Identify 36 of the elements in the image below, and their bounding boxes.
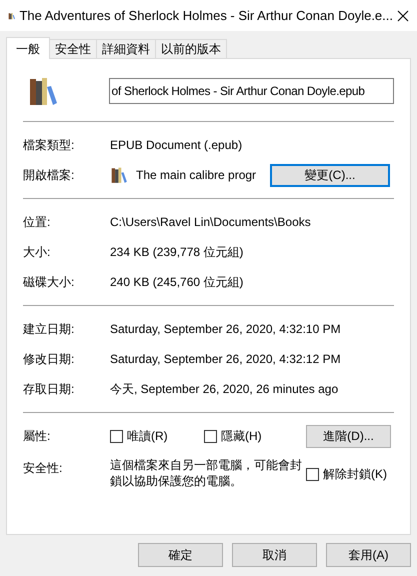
window-title: The Adventures of Sherlock Holmes - Sir Arthur Conan Doyle.e... [19, 6, 393, 25]
books-icon [110, 166, 128, 184]
tab[interactable]: 詳細資料 [96, 39, 156, 58]
checkbox[interactable]: 解除封鎖(K) [306, 465, 387, 483]
dialog-button[interactable]: 套用(A) [326, 543, 411, 567]
field-value: EPUB Document (.epub) [110, 137, 242, 154]
tab[interactable]: 一般 [6, 37, 50, 59]
field-value: C:\Users\Ravel Lin\Documents\Books [110, 214, 311, 231]
field-label: 修改日期: [23, 351, 76, 368]
checkbox[interactable]: 隱藏(H) [204, 427, 298, 445]
checkbox[interactable]: 唯讀(R) [110, 427, 204, 445]
dialog-button[interactable]: 確定 [138, 543, 223, 567]
tab[interactable]: 安全性 [49, 39, 97, 58]
change-button[interactable]: 變更(C)... [270, 164, 390, 186]
field-value: 今天, September 26, 2020, 26 minutes ago [110, 381, 338, 398]
field-label: 大小: [23, 244, 52, 261]
field-value: The main calibre progr [136, 167, 258, 184]
dialog-button[interactable]: 取消 [232, 543, 317, 567]
security-message: 這個檔案來自另一部電腦，可能會封鎖以協助保護您的電腦。 [110, 457, 303, 489]
field-label: 位置: [23, 214, 52, 231]
books-icon [27, 75, 59, 107]
field-value: 234 KB (239,778 位元組) [110, 244, 244, 261]
close-icon [397, 10, 409, 22]
field-value: Saturday, September 26, 2020, 4:32:12 PM [110, 351, 341, 368]
field-value: 240 KB (245,760 位元組) [110, 274, 244, 291]
field-label: 屬性: [23, 428, 52, 445]
field-label: 安全性: [23, 460, 64, 477]
field-label: 存取日期: [23, 381, 76, 398]
field-label: 檔案類型: [23, 137, 76, 154]
field-value: Saturday, September 26, 2020, 4:32:10 PM [110, 321, 341, 338]
field-label: 磁碟大小: [23, 274, 76, 291]
tab[interactable]: 以前的版本 [155, 39, 227, 58]
field-label: 建立日期: [23, 321, 76, 338]
filename-field[interactable]: of Sherlock Holmes - Sir Arthur Conan Doyle.epub [108, 78, 394, 104]
field-label: 開啟檔案: [23, 167, 76, 184]
advanced-button[interactable]: 進階(D)... [306, 424, 391, 448]
